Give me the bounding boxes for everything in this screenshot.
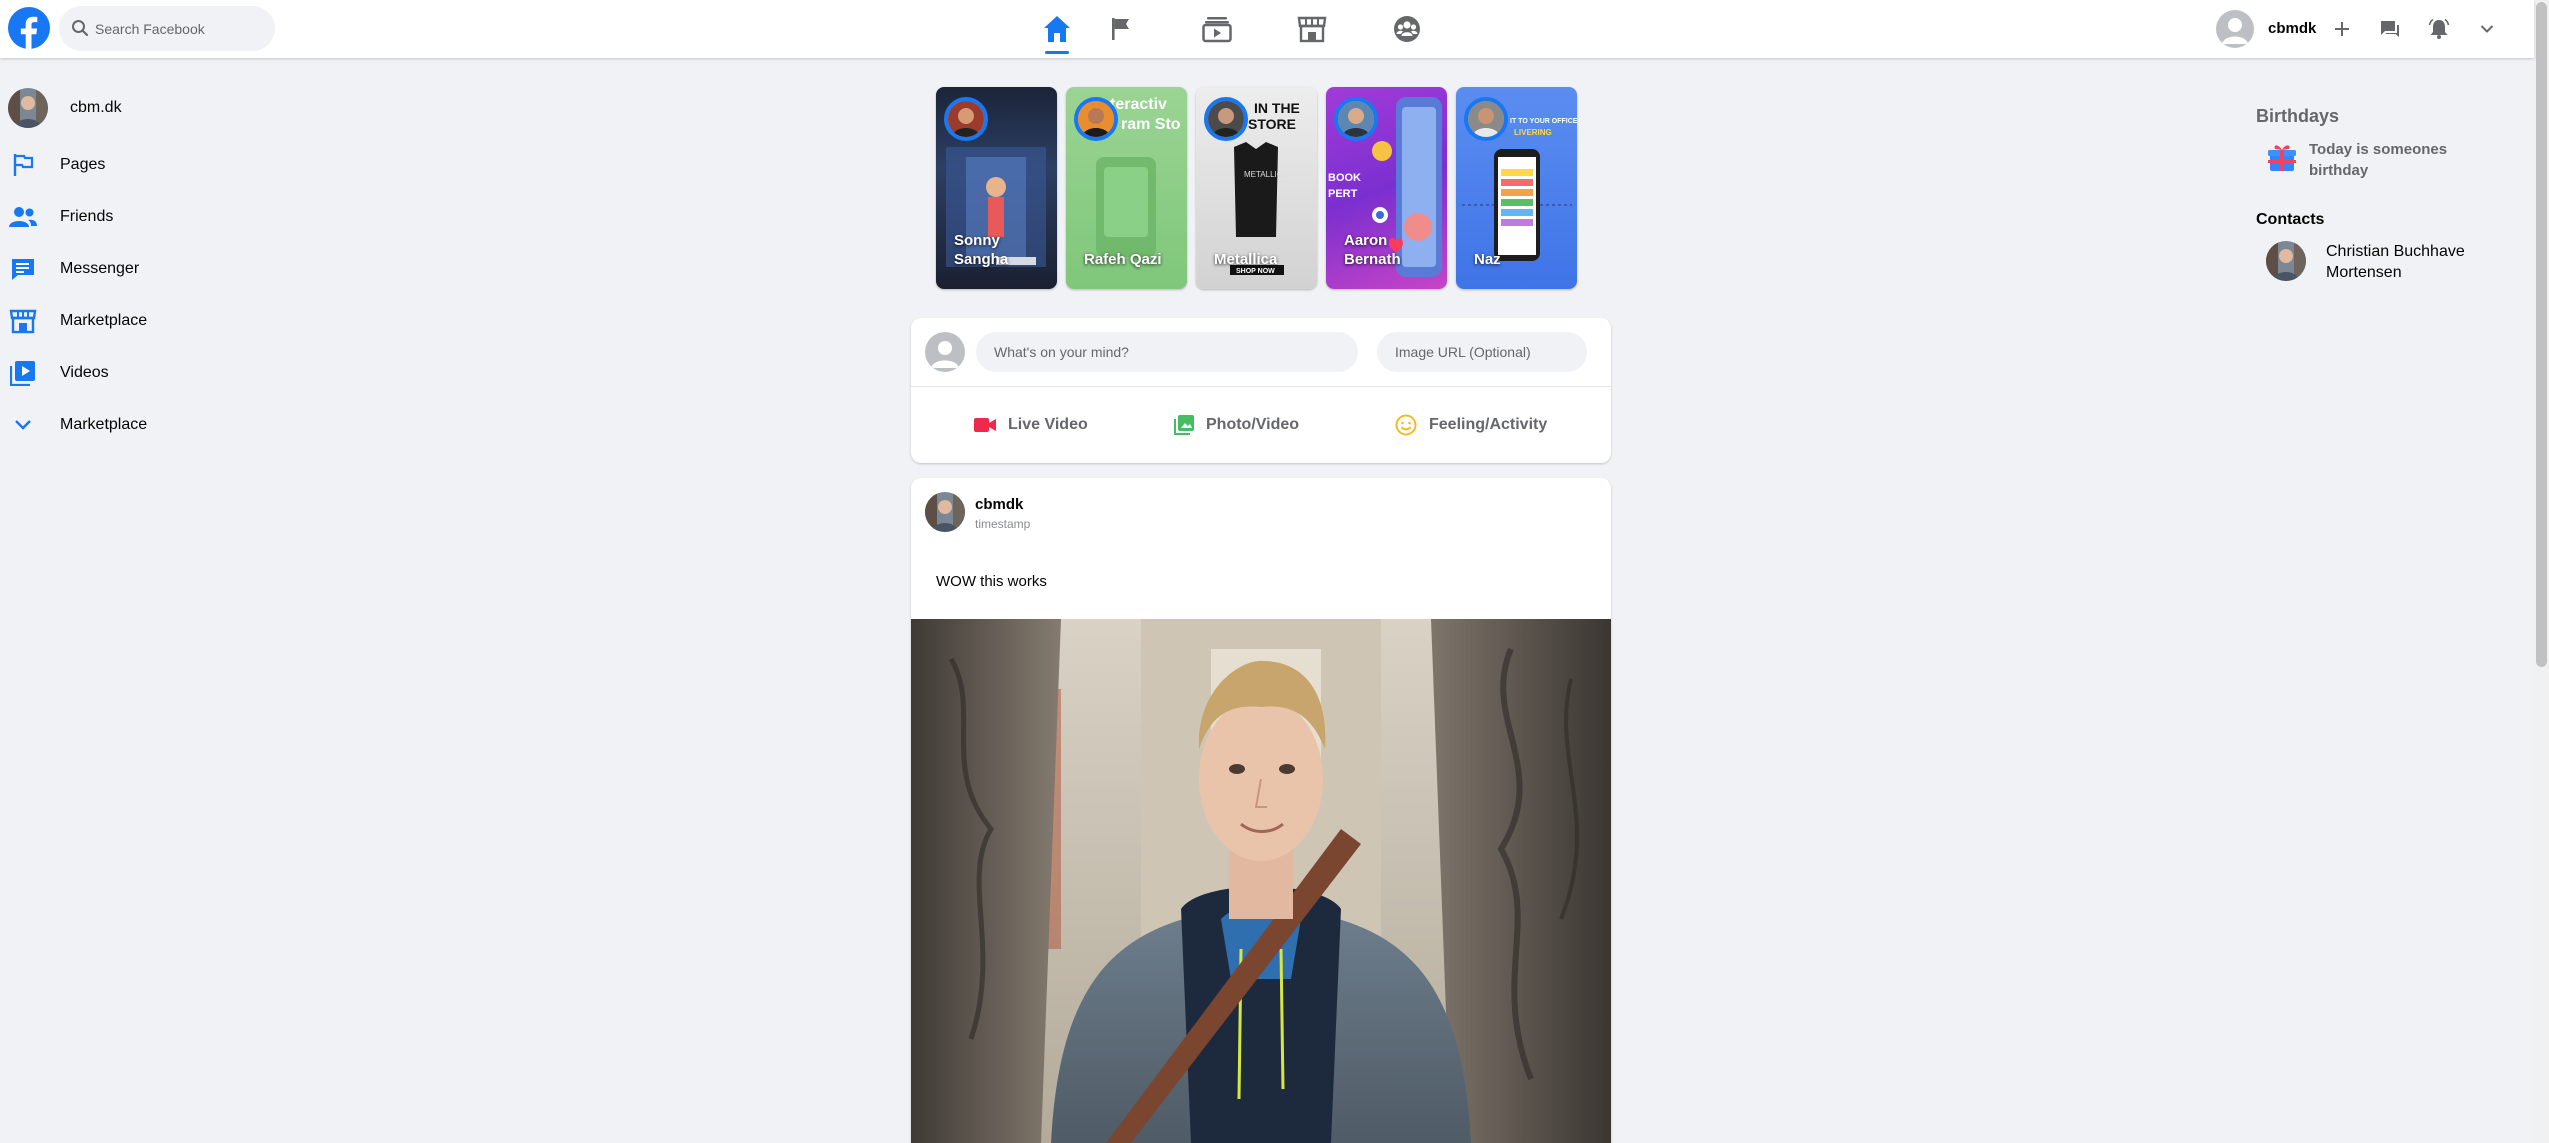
chevron-down-icon	[2480, 25, 2494, 33]
scrollbar-thumb[interactable]	[2536, 2, 2547, 667]
story-avatar	[1204, 97, 1248, 141]
story-name: Metallica	[1214, 251, 1278, 268]
post-composer: Live Video Photo/Video Feeling/Activity	[911, 318, 1611, 463]
story-name: Sonny Sangha	[954, 232, 1009, 268]
video-library-icon	[8, 358, 38, 388]
flag-icon	[1112, 18, 1129, 40]
post-message: WOW this works	[936, 573, 1047, 590]
notifications-button[interactable]	[2426, 0, 2452, 58]
sidebar-item-marketplace[interactable]: Marketplace	[8, 301, 147, 341]
live-video-label: Live Video	[1008, 416, 1088, 433]
nav-groups[interactable]	[1377, 0, 1437, 58]
account-menu-button[interactable]	[2475, 0, 2499, 58]
sidebar-item-pages[interactable]: Pages	[8, 145, 105, 185]
search-icon	[72, 20, 89, 37]
sidebar-profile-name: cbm.dk	[70, 99, 122, 116]
messenger-icon	[8, 254, 38, 284]
search-input[interactable]	[95, 6, 265, 51]
gift-icon	[2268, 143, 2296, 178]
composer-avatar	[925, 332, 965, 372]
create-button[interactable]	[2330, 0, 2354, 58]
story-avatar	[1464, 97, 1508, 141]
image-url-input[interactable]	[1377, 332, 1587, 372]
svg-text:METALLICA: METALLICA	[1244, 170, 1289, 179]
sidebar-item-label: Pages	[60, 156, 106, 173]
plus-icon	[2335, 22, 2349, 36]
svg-text:PERT: PERT	[1328, 188, 1358, 200]
nav-marketplace[interactable]	[1282, 0, 1342, 58]
nav-home[interactable]	[1027, 0, 1087, 58]
nav-watch[interactable]	[1187, 0, 1247, 58]
facebook-logo-icon[interactable]	[8, 7, 50, 49]
birthday-text: Today is someones birthday	[2309, 141, 2448, 179]
post-author-avatar[interactable]	[925, 492, 965, 532]
friends-icon	[8, 202, 38, 232]
svg-text:STORE: STORE	[1248, 116, 1296, 132]
status-input[interactable]	[976, 332, 1358, 372]
groups-icon	[1394, 16, 1420, 42]
sidebar-item-label: Marketplace	[60, 312, 148, 329]
sidebar-item-label: Messenger	[60, 260, 140, 277]
contacts-heading: Contacts	[2256, 211, 2325, 228]
post-author-name[interactable]: cbmdk	[975, 496, 1023, 513]
story-card[interactable]: Sonny Sangha	[936, 87, 1057, 289]
smiley-icon	[1395, 414, 1417, 436]
svg-text:BOOK: BOOK	[1328, 172, 1361, 184]
sidebar-item-label: Videos	[60, 364, 109, 381]
birthdays-heading: Birthdays	[2256, 106, 2340, 126]
contact-name[interactable]: Christian Buchhave Mortensen	[2326, 241, 2526, 283]
user-avatar[interactable]	[2216, 10, 2254, 48]
story-avatar	[1334, 97, 1378, 141]
messages-button[interactable]	[2377, 0, 2403, 58]
svg-text:IN THE: IN THE	[1254, 100, 1300, 116]
flag-outline-icon	[8, 150, 38, 180]
header-user-name[interactable]: cbmdk	[2268, 20, 2316, 37]
top-navigation-bar: cbmdk	[0, 0, 2534, 58]
feeling-activity-button[interactable]: Feeling/Activity	[1395, 387, 1547, 463]
chevron-down-icon	[8, 410, 38, 440]
story-card[interactable]: : Interactiv ram Sto Rafeh Qazi	[1066, 87, 1187, 289]
search-bar[interactable]	[59, 6, 275, 51]
post-photo[interactable]	[911, 619, 1611, 1143]
post-timestamp[interactable]: timestamp	[975, 517, 1030, 531]
story-card[interactable]: IT TO YOUR OFFICE LIVERING Naz	[1456, 87, 1577, 289]
story-avatar	[1074, 97, 1118, 141]
feeling-activity-label: Feeling/Activity	[1429, 416, 1548, 433]
svg-text:ram Sto: ram Sto	[1121, 116, 1181, 133]
story-card[interactable]: BOOK PERT Aaron Bernath	[1326, 87, 1447, 289]
chat-icon	[2381, 21, 2399, 37]
bell-icon	[2428, 18, 2450, 39]
sidebar-item-label: Friends	[60, 208, 114, 225]
page-scrollbar[interactable]	[2534, 0, 2549, 1143]
video-camera-icon	[974, 417, 996, 433]
photo-video-button[interactable]: Photo/Video	[1174, 387, 1299, 463]
svg-text:SHOP NOW: SHOP NOW	[1236, 268, 1275, 275]
nav-pages[interactable]	[1092, 0, 1152, 58]
watch-icon	[1202, 17, 1232, 43]
photo-video-label: Photo/Video	[1206, 416, 1300, 433]
photo-icon	[1174, 415, 1194, 435]
sidebar-item-label: Marketplace	[60, 416, 148, 433]
post-card: cbmdk timestamp WOW this works	[911, 478, 1611, 1143]
story-card[interactable]: IN THE STORE METALLICA SHOP NOW Metallica	[1196, 87, 1317, 289]
svg-text:IT TO YOUR OFFICE: IT TO YOUR OFFICE	[1510, 118, 1577, 125]
home-icon	[1044, 16, 1070, 42]
story-name: Aaron Bernath	[1344, 232, 1401, 268]
profile-avatar	[8, 88, 48, 128]
live-video-button[interactable]: Live Video	[974, 387, 1088, 463]
story-avatar	[944, 97, 988, 141]
sidebar-item-videos[interactable]: Videos	[8, 353, 109, 393]
storefront-icon	[8, 306, 38, 336]
sidebar-item-see-more[interactable]: Marketplace	[8, 405, 147, 445]
sidebar-item-friends[interactable]: Friends	[8, 197, 113, 237]
sidebar-item-profile[interactable]: cbm.dk	[8, 88, 122, 128]
marketplace-icon	[1297, 16, 1327, 43]
svg-text:LIVERING: LIVERING	[1514, 128, 1552, 137]
story-name: Naz	[1474, 251, 1501, 268]
story-name: Rafeh Qazi	[1084, 251, 1162, 268]
contact-avatar[interactable]	[2266, 241, 2306, 281]
sidebar-item-messenger[interactable]: Messenger	[8, 249, 139, 289]
